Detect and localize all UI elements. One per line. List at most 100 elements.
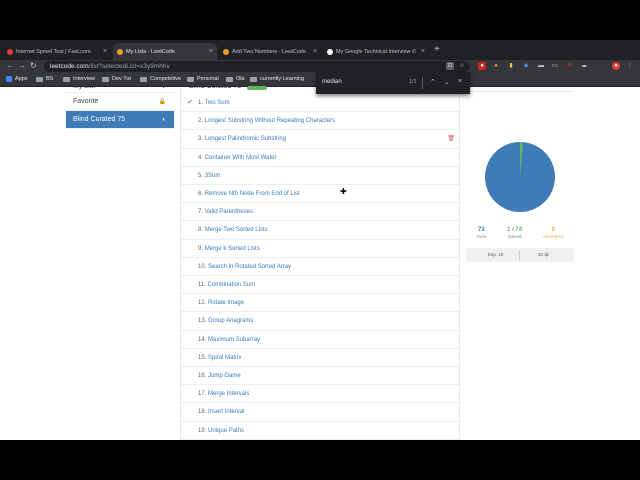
question-row[interactable]: 9. Merge k Sorted Lists	[181, 240, 461, 258]
extension-shield-icon[interactable]: ◆	[522, 62, 530, 70]
question-row[interactable]: 16. Jump Game	[181, 367, 461, 386]
stat-todo-label: Todo	[476, 234, 487, 239]
question-link[interactable]: Longest Palindromic Substring	[205, 136, 286, 142]
delete-icon[interactable]: 🗑	[447, 130, 455, 148]
question-link[interactable]: Container With Most Water	[205, 155, 277, 161]
extension-box-icon[interactable]: ▭	[551, 62, 559, 70]
browser-tab[interactable]: Internet Speed Test | Fast.com ×	[3, 43, 111, 60]
extension-yellow-icon[interactable]: ▮	[507, 62, 515, 70]
question-row[interactable]: 19. Unique Paths	[181, 422, 461, 440]
bookmark-item[interactable]: currently Learning	[250, 76, 304, 82]
extension-cloud-icon[interactable]: ☁	[580, 62, 588, 70]
bookmark-item[interactable]: Interview	[63, 76, 95, 82]
question-link[interactable]: Combination Sum	[208, 282, 256, 288]
question-link[interactable]: Two Sum	[205, 100, 230, 106]
question-row[interactable]: 18. Insert Interval	[181, 403, 461, 422]
page-action-icon[interactable]: ⊟	[446, 62, 454, 70]
extension-grid-icon[interactable]: ▬	[537, 62, 545, 70]
extension-red-icon[interactable]: ●	[478, 62, 486, 70]
find-next-icon[interactable]: ⌄	[444, 78, 450, 86]
tab-strip: Internet Speed Test | Fast.com × My Lists …	[0, 40, 640, 60]
extension-cookie-icon[interactable]: ●	[492, 62, 500, 70]
back-icon[interactable]: ←	[6, 61, 14, 70]
find-input[interactable]: median	[322, 79, 342, 85]
question-row[interactable]: 14. Maximum Subarray	[181, 331, 461, 349]
question-row[interactable]: 6. Remove Nth Node From End of List	[181, 185, 461, 204]
find-divider	[422, 77, 423, 89]
points-value: 10 😀	[538, 252, 549, 257]
list-selector: My List▸Favorite🔒Blind Curated 75◐	[66, 87, 174, 129]
question-entry: 9. Merge k Sorted Lists	[198, 240, 260, 258]
folder-icon	[63, 76, 70, 82]
tab-close-icon[interactable]: ×	[209, 48, 213, 55]
question-entry: 14. Maximum Subarray	[198, 331, 260, 349]
tab-close-icon[interactable]: ×	[313, 48, 317, 55]
question-link[interactable]: Valid Parentheses	[205, 209, 253, 215]
question-row[interactable]: 3. Longest Palindromic Substring 🗑	[181, 130, 461, 149]
browser-tab[interactable]: My Google Technical Interview © ×	[323, 43, 429, 60]
bookmark-item[interactable]: Dev Tut	[102, 76, 131, 82]
progress-header	[466, 87, 574, 92]
question-link[interactable]: Spiral Matrix	[208, 355, 241, 361]
question-entry: 2. Longest Substring Without Repeating C…	[198, 112, 335, 130]
question-link[interactable]: Group Anagrams	[208, 318, 253, 324]
question-link[interactable]: Unique Paths	[208, 428, 244, 434]
bookmark-item[interactable]: BS	[36, 76, 53, 82]
dev-icon	[327, 48, 333, 55]
bookmark-label: Personal	[197, 76, 219, 82]
question-link[interactable]: Remove Nth Node From End of List	[205, 191, 300, 197]
letterbox-bottom	[0, 440, 640, 480]
question-row[interactable]: 7. Valid Parentheses	[181, 203, 461, 222]
question-link[interactable]: Search in Rotated Sorted Array	[208, 264, 291, 270]
apps-shortcut[interactable]: Apps	[6, 76, 28, 82]
bookmark-item[interactable]: Personal	[187, 76, 219, 82]
question-list: Blind Curated 75 ✔ 1. Two Sum 2. Longest S…	[180, 83, 461, 440]
list-selector-item[interactable]: Blind Curated 75 ◐	[66, 111, 174, 129]
question-row[interactable]: 8. Merge Two Sorted Lists	[181, 221, 461, 240]
stat-attempted-value: 0	[551, 227, 555, 233]
avatar[interactable]: ●	[612, 62, 620, 70]
bookmark-item[interactable]: Ola	[226, 76, 245, 82]
question-row[interactable]: 17. Merge Intervals	[181, 385, 461, 404]
question-row[interactable]: 11. Combination Sum	[181, 276, 461, 295]
question-link[interactable]: Merge Intervals	[208, 391, 249, 397]
question-row[interactable]: 4. Container With Most Water	[181, 149, 461, 167]
question-link[interactable]: Rotate Image	[208, 300, 244, 306]
question-link[interactable]: Insert Interval	[208, 409, 244, 415]
extension-mail-icon[interactable]: ✉	[566, 62, 574, 70]
new-tab-button[interactable]: +	[434, 44, 440, 55]
question-row[interactable]: 2. Longest Substring Without Repeating C…	[181, 112, 461, 131]
stat-solved-value: 1 / 74	[507, 227, 523, 233]
tab-close-icon[interactable]: ×	[103, 48, 107, 55]
question-link[interactable]: Longest Substring Without Repeating Char…	[205, 118, 335, 124]
browser-tab[interactable]: My Lists - LeetCode ×	[113, 43, 217, 60]
tab-close-icon[interactable]: ×	[421, 48, 425, 55]
question-link[interactable]: 3Sum	[205, 173, 221, 179]
question-row[interactable]: ✔ 1. Two Sum	[181, 94, 461, 113]
question-link[interactable]: Jump Game	[208, 373, 241, 379]
reload-icon[interactable]: ↻	[30, 61, 37, 70]
question-link[interactable]: Maximum Subarray	[208, 337, 260, 343]
find-close-icon[interactable]: ×	[458, 78, 462, 85]
list-tag-badge	[247, 86, 267, 90]
menu-icon[interactable]: ⋮	[626, 62, 634, 70]
bookmark-item[interactable]: Competetive	[140, 76, 181, 82]
question-row[interactable]: 13. Group Anagrams	[181, 312, 461, 331]
list-selector-item[interactable]: Favorite 🔒	[66, 93, 174, 111]
folder-icon	[36, 76, 43, 82]
question-link[interactable]: Merge Two Sorted Lists	[205, 227, 268, 233]
question-row[interactable]: 5. 3Sum	[181, 167, 461, 185]
forward-icon[interactable]: →	[18, 61, 26, 70]
bookmark-label: Interview	[73, 76, 96, 82]
stat-todo: 73 Todo	[476, 227, 486, 239]
find-previous-icon[interactable]: ⌃	[430, 78, 436, 86]
question-row[interactable]: 15. Spiral Matrix	[181, 349, 461, 367]
tab-title: My Lists - LeetCode	[126, 48, 175, 55]
question-row[interactable]: 10. Search in Rotated Sorted Array	[181, 258, 461, 276]
question-entry: 6. Remove Nth Node From End of List	[198, 185, 300, 203]
question-link[interactable]: Merge k Sorted Lists	[205, 246, 260, 252]
browser-tab[interactable]: Add Two Numbers - LeetCode ×	[219, 43, 321, 60]
address-bar[interactable]: leetcode.com/list?selectedList=x3y9mhhv	[44, 61, 470, 72]
star-icon[interactable]: ☆	[458, 62, 466, 70]
question-row[interactable]: 12. Rotate Image	[181, 294, 461, 313]
